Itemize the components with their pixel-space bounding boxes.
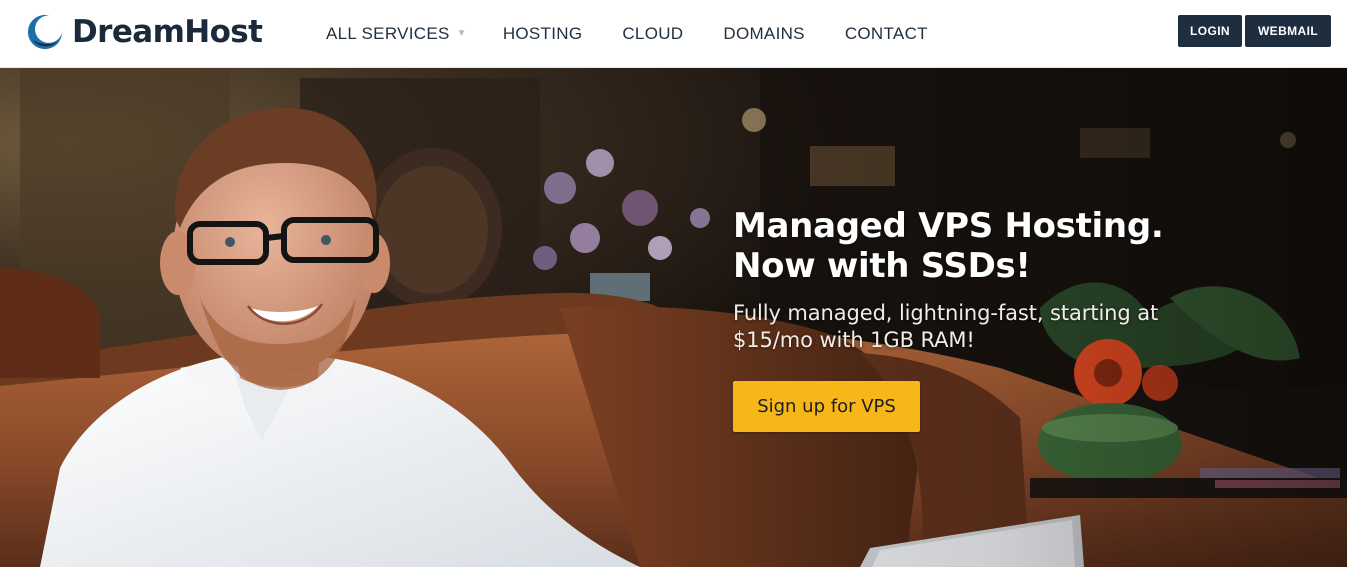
nav-item-all-services[interactable]: ALL SERVICES ▼ <box>326 23 467 45</box>
hero-subhead: Fully managed, lightning-fast, starting … <box>733 301 1159 352</box>
nav-item-domains[interactable]: DOMAINS <box>723 23 804 45</box>
nav-item-label: CONTACT <box>844 24 928 43</box>
nav-item-label: ALL SERVICES <box>326 24 450 43</box>
webmail-button[interactable]: WEBMAIL <box>1245 15 1331 47</box>
nav-item-label: CLOUD <box>622 24 684 43</box>
nav-item-contact[interactable]: CONTACT <box>845 23 928 45</box>
login-button[interactable]: LOGIN <box>1178 15 1242 47</box>
nav-item-hosting[interactable]: HOSTING <box>503 23 583 45</box>
hero-headline-line-1: Managed VPS Hosting. <box>733 206 1164 246</box>
hero-banner: Managed VPS Hosting. Now with SSDs! Full… <box>0 68 1347 567</box>
dreamhost-crescent-logo-icon <box>27 14 63 50</box>
dreamhost-logo[interactable]: DreamHost <box>26 12 263 52</box>
nav-item-cloud[interactable]: CLOUD <box>622 23 683 45</box>
hero-headline: Managed VPS Hosting. Now with SSDs! <box>733 206 1293 286</box>
hero-copy: Managed VPS Hosting. Now with SSDs! Full… <box>733 206 1293 354</box>
account-links: LOGIN WEBMAIL <box>1178 15 1331 47</box>
sign-up-for-vps-button[interactable]: Sign up for VPS <box>733 381 920 432</box>
nav-item-label: DOMAINS <box>723 24 805 43</box>
chevron-down-icon: ▼ <box>456 28 467 39</box>
nav-item-label: HOSTING <box>502 24 583 43</box>
brand-name: DreamHost <box>72 14 263 50</box>
main-nav: ALL SERVICES ▼ HOSTING CLOUD DOMAINS CON… <box>326 23 968 45</box>
site-header: DreamHost ALL SERVICES ▼ HOSTING CLOUD D… <box>0 0 1347 68</box>
hero-headline-line-2: Now with SSDs! <box>733 246 1031 286</box>
